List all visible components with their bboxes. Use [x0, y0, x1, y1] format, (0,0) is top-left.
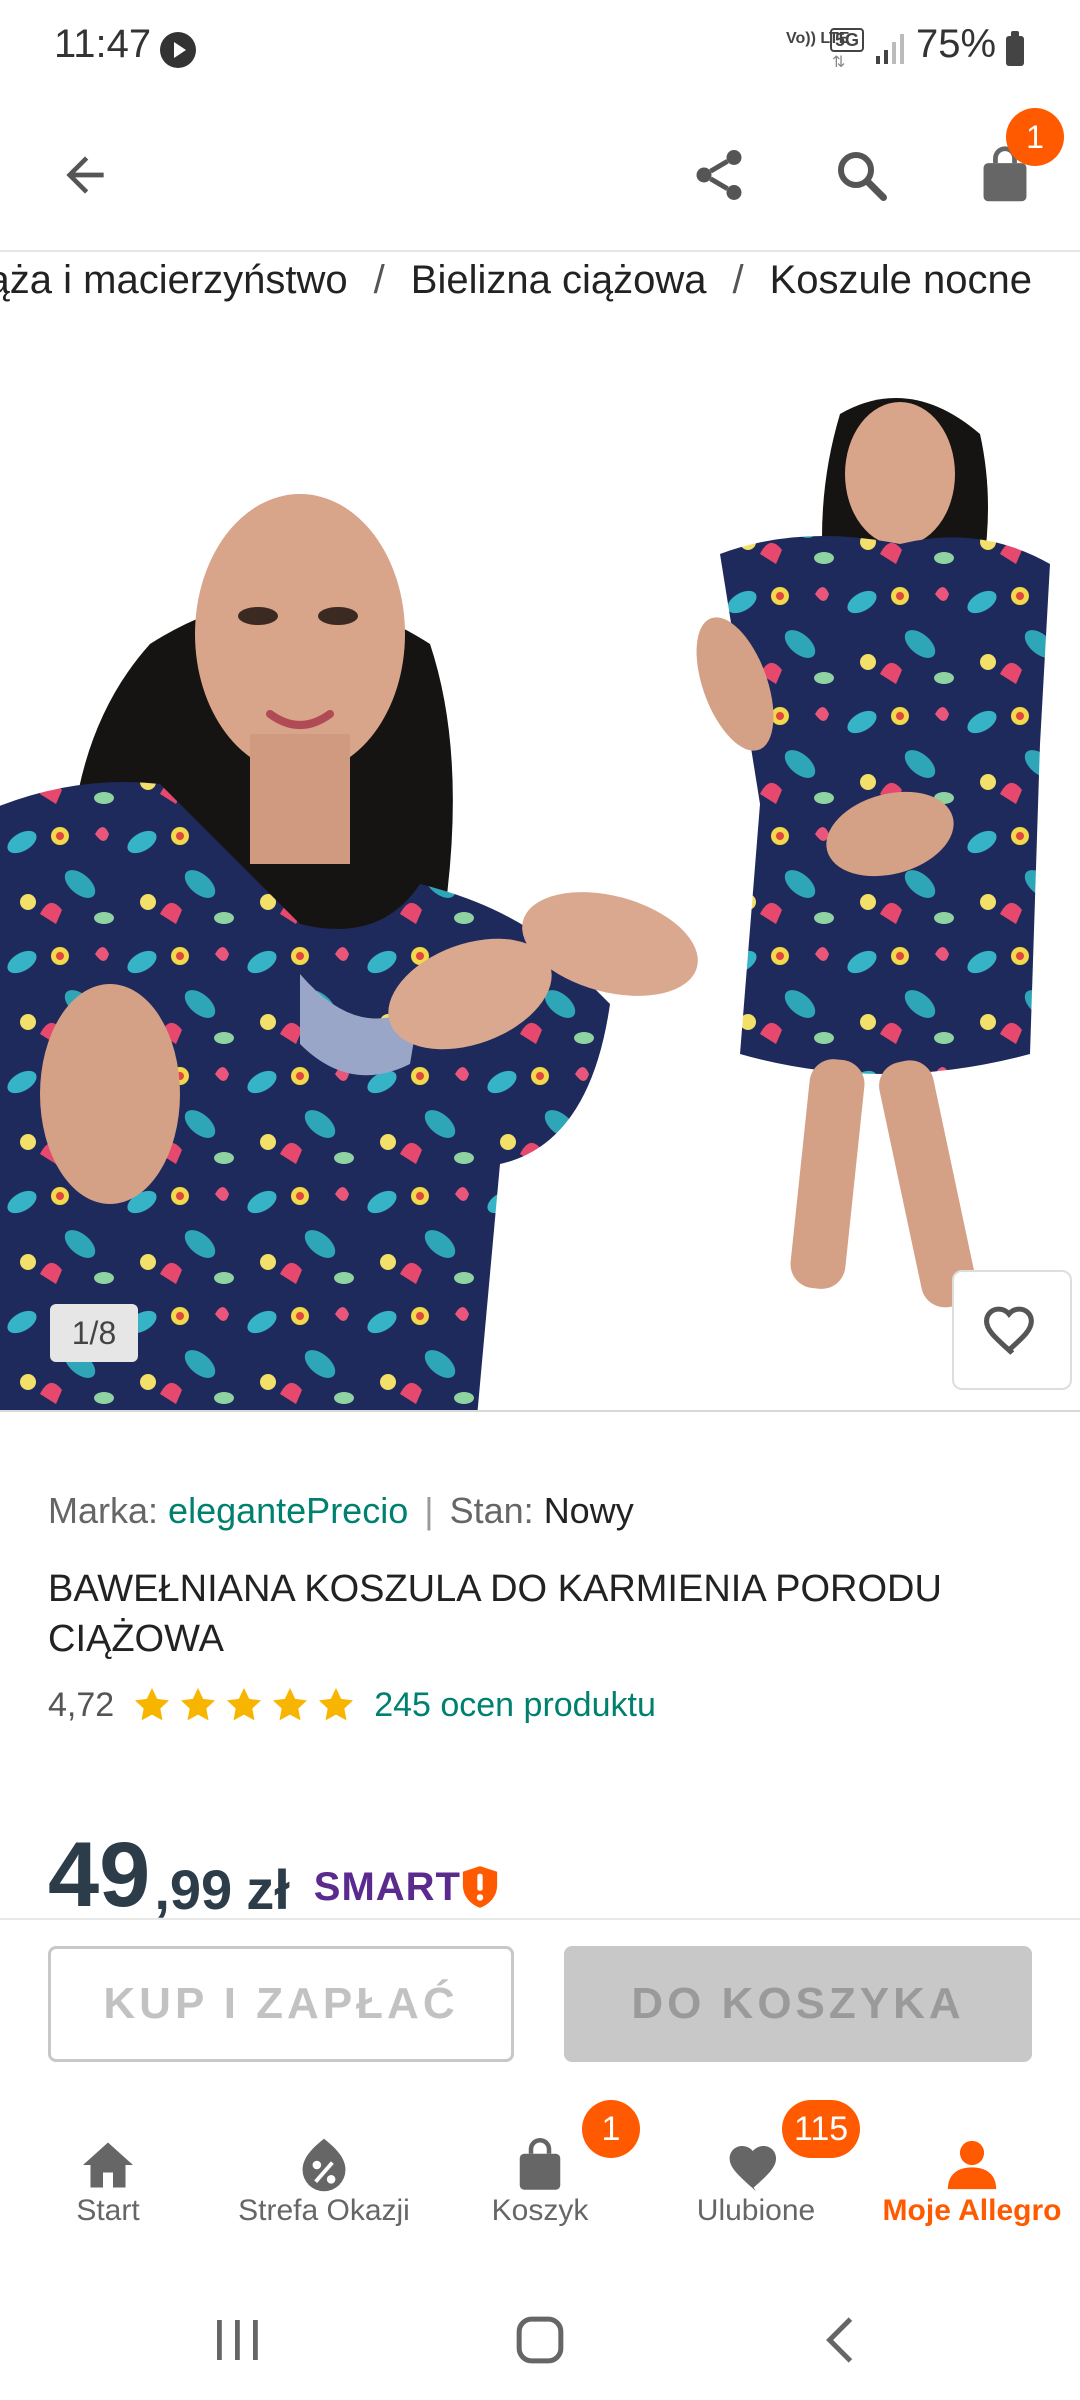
star-icon [181, 1688, 216, 1721]
price-row: 49 ,99 zł SMART [48, 1824, 499, 1926]
arrow-left-icon [66, 156, 104, 194]
chevron-left-icon [826, 2317, 853, 2363]
home-icon [83, 2142, 133, 2188]
star-icon [135, 1688, 170, 1721]
nav-item-ulubione[interactable]: 115 Ulubione [648, 2092, 864, 2282]
breadcrumb-item[interactable]: Koszule nocne [770, 258, 1032, 302]
add-to-cart-button[interactable]: DO KOSZYKA [564, 1946, 1032, 2062]
home-button[interactable] [480, 2300, 600, 2380]
meta-separator: | [424, 1490, 434, 1531]
breadcrumb-separator: / [732, 258, 744, 302]
nav-item-koszyk[interactable]: 1 Koszyk [432, 2092, 648, 2282]
brand-link[interactable]: elegantePrecio [168, 1490, 408, 1531]
nav-label: Start [76, 2194, 140, 2227]
star-icon [319, 1688, 354, 1721]
smart-label: SMART [313, 1864, 461, 1909]
breadcrumb: Dziecko, ciąża i macierzyństwo / Bielizna … [0, 252, 1080, 332]
condition-label: Stan: [449, 1490, 534, 1531]
percent-tag-icon [302, 2138, 346, 2192]
product-meta: Marka: elegantePrecio | Stan: Nowy [48, 1490, 634, 1532]
price-integer: 49 [48, 1824, 151, 1926]
bag-icon [519, 2138, 561, 2190]
nav-label: Strefa Okazji [238, 2194, 410, 2227]
smart-shield-icon [462, 1866, 498, 1908]
status-time: 11:47 [54, 22, 152, 66]
back-nav-button[interactable] [780, 2300, 900, 2380]
favorites-count-badge: 115 [782, 2100, 861, 2158]
search-icon [838, 152, 887, 201]
battery-icon [1006, 31, 1024, 66]
signal-icon [876, 34, 904, 64]
nav-label: Koszyk [491, 2194, 589, 2227]
recent-apps-button[interactable] [178, 2300, 298, 2380]
recent-apps-icon [217, 2320, 258, 2360]
cart-count-badge: 1 [582, 2100, 640, 2158]
ratings-count-link[interactable]: 245 ocen produktu [374, 1686, 656, 1725]
nav-item-moje-allegro[interactable]: Moje Allegro [864, 2092, 1080, 2282]
share-icon [696, 150, 742, 200]
top-app-bar: 1 [0, 100, 1080, 252]
search-button[interactable] [816, 130, 906, 220]
home-square-icon [516, 2316, 564, 2364]
nav-item-start[interactable]: Start [0, 2092, 216, 2282]
brand-label: Marka: [48, 1490, 159, 1531]
image-counter: 1/8 [50, 1304, 138, 1362]
product-title: BAWEŁNIANA KOSZULA DO KARMIENIA PORODU C… [48, 1568, 942, 1660]
cart-count-badge: 1 [1006, 108, 1064, 166]
price-decimal: ,99 [154, 1858, 233, 1921]
system-navigation-bar [0, 2282, 1080, 2400]
breadcrumb-item[interactable]: Dziecko, ciąża i macierzyństwo [0, 258, 348, 302]
product-photo [0, 334, 1080, 1410]
share-button[interactable] [674, 130, 764, 220]
smart-badge[interactable]: SMART [314, 1864, 499, 1910]
buy-now-button[interactable]: KUP I ZAPŁAĆ [48, 1946, 514, 2062]
network-type-icon: 5G [830, 28, 865, 52]
rating-stars [132, 1685, 356, 1725]
user-icon [947, 2140, 997, 2190]
star-icon [227, 1688, 262, 1721]
data-activity-icon: ⇅ [832, 54, 846, 71]
breadcrumb-item[interactable]: Bielizna ciążowa [411, 258, 707, 302]
nav-label: Moje Allegro [882, 2194, 1062, 2227]
media-playing-icon [160, 32, 196, 68]
battery-level: 75% [916, 22, 997, 66]
nav-item-strefa-okazji[interactable]: Strefa Okazji [216, 2092, 432, 2282]
condition-value: Nowy [543, 1490, 634, 1531]
heart-icon [729, 2146, 777, 2192]
breadcrumb-separator: / [373, 258, 385, 302]
product-image-gallery[interactable]: 1/8 [0, 334, 1080, 1412]
heart-outline-icon [983, 1306, 1034, 1355]
rating-value: 4,72 [48, 1685, 115, 1724]
bottom-navigation: Start Strefa Okazji 1 Koszyk 115 Ulubion… [0, 2092, 1080, 2282]
star-icon [273, 1688, 308, 1721]
add-to-favorites-button[interactable] [952, 1270, 1072, 1390]
nav-label: Ulubione [696, 2194, 816, 2227]
back-button[interactable] [40, 130, 130, 220]
purchase-action-bar: KUP I ZAPŁAĆ DO KOSZYKA [0, 1918, 1080, 2094]
status-bar: 11:47 Vo)) LTE 5G ⇅ 75% [0, 0, 1080, 100]
price-currency: zł [246, 1858, 290, 1921]
rating-row: 4,72 245 ocen produktu [48, 1680, 656, 1730]
